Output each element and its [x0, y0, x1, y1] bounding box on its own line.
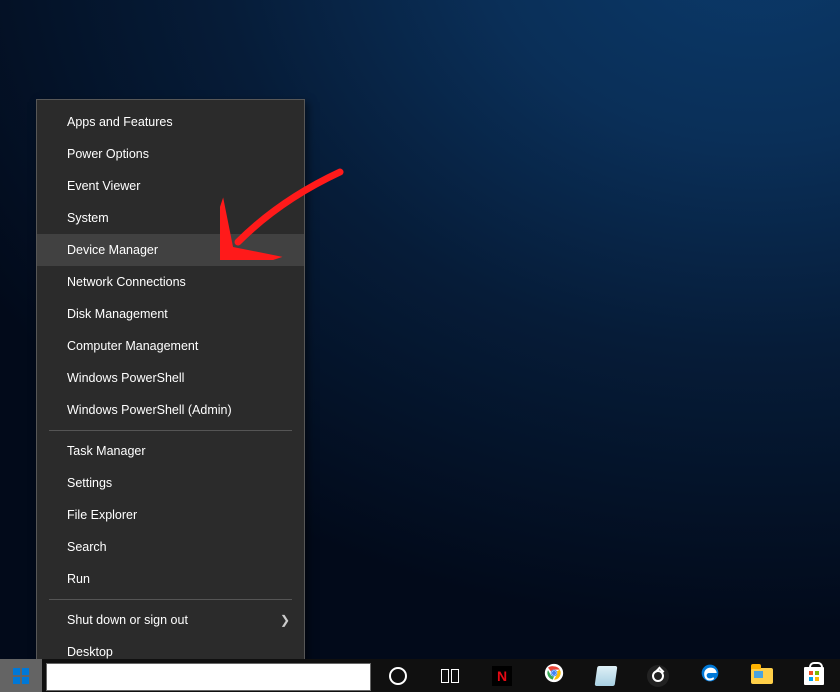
menu-item-label: Run — [67, 572, 90, 586]
sticky-notes-icon[interactable] — [594, 664, 618, 688]
menu-item-label: Shut down or sign out — [67, 613, 188, 627]
start-button[interactable] — [0, 659, 42, 692]
menu-item-settings[interactable]: Settings — [37, 467, 304, 499]
menu-item-label: Settings — [67, 476, 112, 490]
menu-item-label: Power Options — [67, 147, 149, 161]
windows-logo-icon — [13, 668, 29, 684]
photos-icon[interactable] — [646, 664, 670, 688]
menu-item-label: Event Viewer — [67, 179, 140, 193]
cortana-icon[interactable] — [386, 664, 410, 688]
task-view-icon[interactable] — [438, 664, 462, 688]
menu-item-device-manager[interactable]: Device Manager — [37, 234, 304, 266]
menu-item-label: Network Connections — [67, 275, 186, 289]
menu-item-disk-mgmt[interactable]: Disk Management — [37, 298, 304, 330]
menu-item-label: Apps and Features — [67, 115, 173, 129]
menu-item-label: Desktop — [67, 645, 113, 659]
microsoft-store-icon[interactable] — [802, 664, 826, 688]
menu-item-label: Task Manager — [67, 444, 146, 458]
menu-item-label: Search — [67, 540, 107, 554]
menu-item-run[interactable]: Run — [37, 563, 304, 595]
winx-context-menu: Apps and Features Power Options Event View… — [36, 99, 305, 673]
menu-item-label: Disk Management — [67, 307, 168, 321]
menu-item-label: Windows PowerShell (Admin) — [67, 403, 232, 417]
taskbar: N — [0, 659, 840, 692]
file-explorer-icon[interactable] — [750, 664, 774, 688]
menu-item-powershell[interactable]: Windows PowerShell — [37, 362, 304, 394]
menu-item-shutdown[interactable]: Shut down or sign out ❯ — [37, 604, 304, 636]
chrome-icon[interactable] — [542, 664, 566, 688]
menu-item-powershell-admin[interactable]: Windows PowerShell (Admin) — [37, 394, 304, 426]
menu-item-label: Device Manager — [67, 243, 158, 257]
menu-item-apps-features[interactable]: Apps and Features — [37, 106, 304, 138]
menu-separator — [49, 430, 292, 431]
menu-item-label: System — [67, 211, 109, 225]
edge-icon[interactable] — [698, 664, 722, 688]
menu-item-system[interactable]: System — [37, 202, 304, 234]
taskbar-search-input[interactable] — [46, 663, 371, 691]
menu-item-task-manager[interactable]: Task Manager — [37, 435, 304, 467]
menu-separator — [49, 599, 292, 600]
taskbar-pinned-apps: N — [386, 659, 836, 692]
menu-item-label: Computer Management — [67, 339, 198, 353]
menu-item-computer-mgmt[interactable]: Computer Management — [37, 330, 304, 362]
menu-item-search[interactable]: Search — [37, 531, 304, 563]
menu-item-label: Windows PowerShell — [67, 371, 184, 385]
netflix-icon[interactable]: N — [490, 664, 514, 688]
menu-item-label: File Explorer — [67, 508, 137, 522]
chevron-right-icon: ❯ — [280, 613, 290, 627]
menu-item-event-viewer[interactable]: Event Viewer — [37, 170, 304, 202]
menu-item-power-options[interactable]: Power Options — [37, 138, 304, 170]
menu-item-file-explorer[interactable]: File Explorer — [37, 499, 304, 531]
menu-item-network-conn[interactable]: Network Connections — [37, 266, 304, 298]
